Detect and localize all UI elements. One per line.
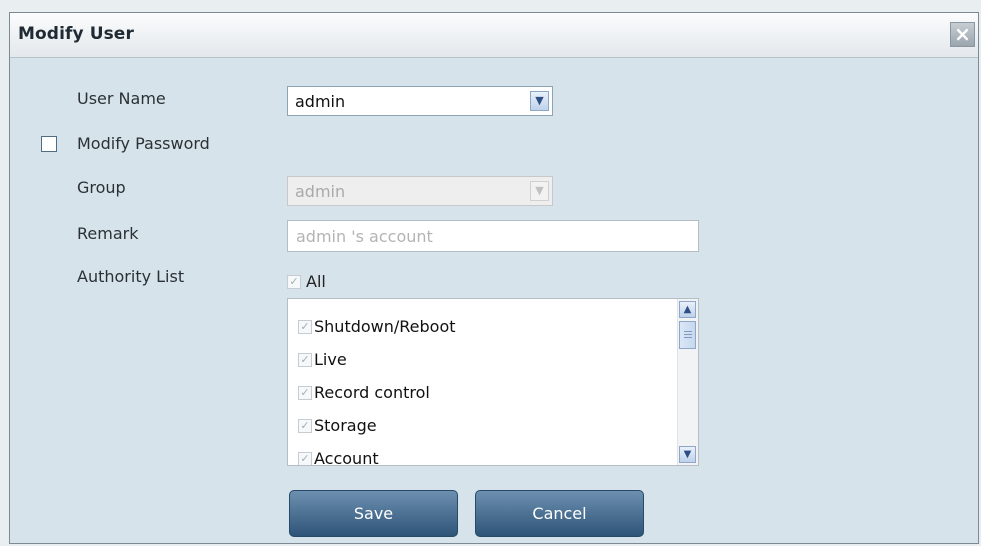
user-name-label: User Name <box>77 89 166 108</box>
user-name-value: admin <box>295 92 346 111</box>
authority-item-label: Shutdown/Reboot <box>314 317 456 336</box>
authority-item-label: Storage <box>314 416 377 435</box>
cancel-button[interactable]: Cancel <box>475 490 644 537</box>
checkmark-icon[interactable]: ✓ <box>298 319 312 334</box>
chevron-down-icon[interactable]: ▼ <box>530 181 549 201</box>
checkmark-icon[interactable]: ✓ <box>287 274 301 289</box>
authority-listbox[interactable]: ✓ Shutdown/Reboot ✓ Live ✓ Record control ✓… <box>287 298 699 466</box>
scroll-down-arrow-icon[interactable]: ▼ <box>679 446 696 463</box>
remark-label: Remark <box>77 224 139 243</box>
authority-all-label: All <box>306 272 326 291</box>
modify-user-dialog: Modify User × User Name admin ▼ Modify P… <box>9 12 979 544</box>
checkmark-icon[interactable]: ✓ <box>298 385 312 400</box>
authority-item-label: Account <box>314 449 379 466</box>
checkmark-icon[interactable]: ✓ <box>298 352 312 367</box>
save-button[interactable]: Save <box>289 490 458 537</box>
checkmark-icon[interactable]: ✓ <box>298 418 312 433</box>
remark-input[interactable]: admin 's account <box>287 220 699 252</box>
dialog-title: Modify User <box>18 24 134 44</box>
modify-password-label: Modify Password <box>77 134 210 153</box>
scroll-up-arrow-icon[interactable]: ▲ <box>679 301 696 318</box>
scrollbar-thumb[interactable] <box>679 321 696 349</box>
dialog-titlebar: Modify User × <box>10 13 978 58</box>
group-select[interactable]: admin ▼ <box>287 176 553 206</box>
modify-password-checkbox[interactable] <box>41 136 57 152</box>
authority-all[interactable]: ✓ All <box>287 271 326 291</box>
checkmark-icon[interactable]: ✓ <box>298 451 312 465</box>
remark-placeholder: admin 's account <box>296 227 433 246</box>
authority-list-label: Authority List <box>77 267 185 286</box>
user-name-select[interactable]: admin ▼ <box>287 86 553 116</box>
authority-item-label: Record control <box>314 383 430 402</box>
authority-scrollbar[interactable]: ▲ ▼ <box>677 299 698 465</box>
authority-item[interactable]: ✓ Record control <box>298 382 430 402</box>
authority-item[interactable]: ✓ Storage <box>298 415 377 435</box>
authority-item-label: Live <box>314 350 347 369</box>
authority-item[interactable]: ✓ Shutdown/Reboot <box>298 316 456 336</box>
close-icon[interactable]: × <box>950 22 975 47</box>
group-value: admin <box>295 182 346 201</box>
chevron-down-icon[interactable]: ▼ <box>530 91 549 111</box>
group-label: Group <box>77 178 126 197</box>
authority-item[interactable]: ✓ Account <box>298 448 379 466</box>
authority-item[interactable]: ✓ Live <box>298 349 347 369</box>
